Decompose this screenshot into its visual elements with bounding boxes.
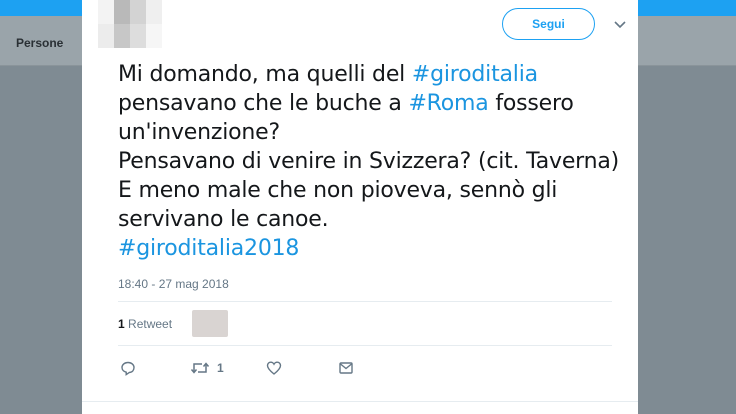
envelope-icon [338, 360, 354, 376]
reply-button[interactable] [120, 359, 136, 377]
tweet-text-segment: E meno male che non pioveva, sennò gli [118, 178, 558, 203]
tweet-timestamp[interactable]: 18:40 - 27 mag 2018 [118, 277, 229, 291]
tweet-permalink-card: Segui Mi domando, ma quelli del #girodit… [82, 0, 638, 414]
retweeter-avatar[interactable] [192, 310, 228, 337]
divider [118, 345, 612, 346]
divider [118, 301, 612, 302]
tweet-text-segment: Pensavano di venire in Svizzera? (cit. T… [118, 149, 620, 174]
retweet-stat-label: Retweet [124, 317, 173, 331]
tweet-text-line: Mi domando, ma quelli del #giroditalia [118, 60, 618, 89]
tweet-text-segment: pensavano che le buche a [118, 91, 409, 116]
reply-icon [120, 360, 136, 376]
tweet-text-line: Pensavano di venire in Svizzera? (cit. T… [118, 147, 620, 176]
author-avatar[interactable] [98, 0, 162, 48]
tweet-text-segment: Mi domando, ma quelli del [118, 62, 412, 87]
tweet-text-line: servivano le canoe. [118, 205, 618, 234]
tweet-text-segment: un'invenzione? [118, 120, 280, 145]
divider [82, 401, 638, 402]
retweet-count: 1 [217, 361, 224, 375]
tweet-text-line: pensavano che le buche a #Roma fossero [118, 89, 618, 118]
retweet-button[interactable]: 1 [190, 359, 224, 377]
retweet-stat-count: 1 [118, 317, 125, 331]
tweet-text-segment: fossero [488, 91, 574, 116]
tweet-text-segment: servivano le canoe. [118, 207, 329, 232]
like-button[interactable] [266, 359, 282, 377]
tweet-text-line: E meno male che non pioveva, sennò gli [118, 176, 618, 205]
hashtag-link[interactable]: #Roma [408, 91, 488, 116]
tweet-text-line: un'invenzione? [118, 118, 618, 147]
chevron-down-icon[interactable] [612, 16, 628, 32]
hashtag-link[interactable]: #giroditalia [412, 62, 538, 87]
retweet-icon [190, 360, 210, 376]
follow-button[interactable]: Segui [502, 8, 595, 40]
tweet-text: Mi domando, ma quelli del #giroditalia pe… [118, 60, 620, 263]
tab-persone[interactable]: Persone [16, 36, 63, 50]
retweet-stat[interactable]: 1 Retweet [118, 317, 172, 331]
heart-icon [266, 360, 282, 376]
hashtag-link[interactable]: #giroditalia2018 [118, 236, 299, 261]
tweet-text-line: #giroditalia2018 [118, 234, 618, 263]
direct-message-button[interactable] [338, 359, 354, 377]
